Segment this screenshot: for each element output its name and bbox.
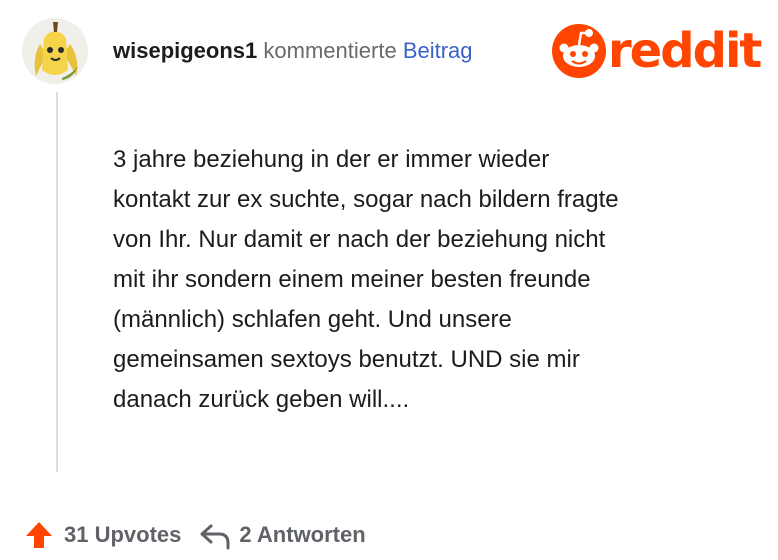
thread-line [56,92,58,472]
comment-header: wisepigeons1 kommentierte Beitrag [113,38,473,64]
comment-line: mit ihr sondern einem meiner besten freu… [113,266,591,293]
comment-line: 3 jahre beziehung in der er immer wieder [113,146,550,173]
comment-line: (männlich) schlafen geht. Und unsere [113,306,512,333]
avatar[interactable] [22,18,88,84]
banana-avatar-icon [22,18,88,84]
comment-line: danach zurück geben will.... [113,386,410,413]
reply-arrow-icon[interactable] [199,520,231,550]
post-link[interactable]: Beitrag [403,38,473,63]
upvote-arrow-icon[interactable] [24,520,54,550]
reddit-wordmark: reddit [608,23,762,79]
action-text: kommentierte [263,38,397,63]
reply-count[interactable]: 2 Antworten [239,522,365,548]
comment-footer: 31 Upvotes 2 Antworten [24,520,366,550]
reddit-logo: reddit [552,23,762,79]
comment-line: gemeinsamen sextoys benutzt. UND sie mir [113,346,580,373]
upvote-count[interactable]: 31 Upvotes [64,522,181,548]
comment-body: 3 jahre beziehung in der er immer wieder… [113,140,753,420]
comment-line: von Ihr. Nur damit er nach der beziehung… [113,226,606,253]
reddit-snoo-icon [552,24,606,78]
comment-line: kontakt zur ex suchte, sogar nach bilder… [113,186,619,213]
username[interactable]: wisepigeons1 [113,38,257,63]
